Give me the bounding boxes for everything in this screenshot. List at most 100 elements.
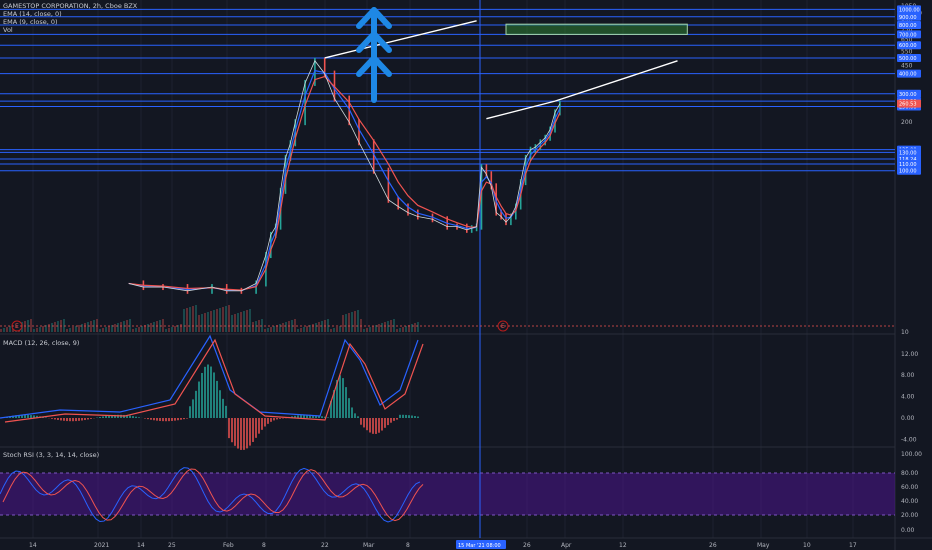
volume-bar-106 — [318, 322, 320, 332]
time-tick-label-11: Apr — [561, 542, 572, 549]
level-label-7: 300.00 — [899, 92, 917, 98]
volume-bar-132 — [396, 329, 398, 332]
volume-bar-3 — [9, 326, 11, 332]
volume-bar-67 — [201, 314, 203, 332]
macd-hist-bar-34 — [102, 416, 104, 418]
macd-hist-bar-56 — [168, 418, 170, 422]
macd-hist-bar-86 — [258, 418, 260, 434]
stoch-tick-label-4: 20.00 — [901, 512, 918, 519]
macd-hist-bar-57 — [171, 418, 173, 421]
macd-hist-bar-88 — [264, 418, 266, 427]
macd-hist-bar-126 — [378, 418, 380, 433]
macd-hist-bar-68 — [204, 366, 206, 418]
volume-bar-45 — [135, 328, 137, 332]
indicator-volume[interactable]: Vol — [3, 26, 137, 34]
volume-bar-38 — [114, 324, 116, 332]
volume-bar-69 — [207, 312, 209, 332]
macd-hist-bar-18 — [54, 418, 56, 420]
stoch-tick-label-0: 100.00 — [901, 451, 922, 458]
macd-hist-bar-76 — [228, 418, 230, 439]
level-label-4: 600.00 — [899, 43, 917, 49]
macd-hist-bar-21 — [63, 418, 65, 421]
macd-hist-bar-73 — [219, 390, 221, 418]
macd-hist-bar-119 — [357, 416, 359, 418]
macd-tick-label-1: 8.00 — [901, 372, 915, 379]
volume-bar-24 — [72, 327, 74, 332]
macd-title[interactable]: MACD (12, 26, close, 9) — [3, 339, 79, 347]
time-tick-label-16: 17 — [849, 542, 857, 549]
earnings-marker-label-1: E — [501, 323, 505, 330]
macd-hist-bar-74 — [222, 398, 224, 418]
volume-bar-14 — [42, 326, 44, 332]
volume-bar-86 — [258, 320, 260, 332]
macd-tick-label-0: 12.00 — [901, 351, 918, 358]
macd-hist-bar-23 — [69, 418, 71, 422]
indicator-ema-14[interactable]: EMA (14, close, 0) — [3, 10, 137, 18]
stoch-rsi-title[interactable]: Stoch RSI (3, 3, 14, 14, close) — [3, 451, 99, 459]
volume-bar-87 — [261, 319, 263, 332]
macd-hist-bar-121 — [363, 418, 365, 428]
volume-bar-128 — [384, 322, 386, 332]
macd-hist-bar-123 — [369, 418, 371, 433]
volume-bar-111 — [333, 328, 335, 332]
volume-bar-102 — [306, 326, 308, 332]
trend-line-1 — [486, 100, 556, 120]
macd-hist-bar-127 — [381, 418, 383, 431]
macd-hist-bar-90 — [270, 418, 272, 422]
macd-hist-bar-139 — [417, 416, 419, 418]
time-tick-label-7: Mar — [363, 542, 375, 549]
macd-hist-bar-69 — [207, 364, 209, 418]
macd-hist-bar-66 — [198, 381, 200, 418]
macd-hist-bar-20 — [60, 418, 62, 421]
volume-bar-71 — [213, 310, 215, 332]
volume-bar-30 — [90, 321, 92, 332]
macd-hist-bar-109 — [327, 417, 329, 418]
volume-bar-118 — [354, 311, 356, 332]
volume-bar-95 — [285, 322, 287, 332]
volume-bar-124 — [372, 326, 374, 332]
volume-bar-121 — [363, 329, 365, 332]
macd-hist-bar-137 — [411, 415, 413, 418]
chart-canvas[interactable]: EE10100200450550650750850950.0010501000.… — [0, 0, 932, 550]
volume-bar-90 — [270, 327, 272, 332]
macd-hist-bar-24 — [72, 418, 74, 422]
volume-bar-52 — [156, 321, 158, 332]
volume-bar-17 — [51, 323, 53, 332]
time-tick-label-5: 8 — [262, 542, 266, 549]
level-label-0: 1000.00 — [899, 7, 920, 13]
macd-hist-bar-114 — [342, 378, 344, 418]
indicator-ema-9[interactable]: EMA (9, close, 0) — [3, 18, 137, 26]
volume-bar-134 — [402, 327, 404, 332]
volume-bar-54 — [162, 319, 164, 332]
chart-title[interactable]: GAMESTOP CORPORATION, 2h, Cboe BZX — [3, 2, 137, 10]
level-label-3: 700.00 — [899, 32, 917, 38]
volume-bar-133 — [399, 328, 401, 332]
volume-bar-120 — [360, 319, 362, 332]
volume-bar-105 — [315, 323, 317, 332]
volume-bar-123 — [369, 327, 371, 332]
macd-hist-bar-60 — [180, 418, 182, 420]
volume-bar-100 — [300, 328, 302, 332]
macd-hist-bar-63 — [189, 406, 191, 418]
volume-bar-8 — [24, 321, 26, 332]
macd-hist-bar-80 — [240, 418, 242, 450]
macd-hist-bar-135 — [405, 414, 407, 418]
volume-bar-126 — [378, 324, 380, 332]
volume-bar-22 — [66, 329, 68, 332]
volume-bar-34 — [102, 328, 104, 332]
time-tick-label-12: 12 — [619, 542, 627, 549]
volume-bar-11 — [33, 329, 35, 332]
volume-bar-66 — [198, 315, 200, 332]
stoch-tick-label-5: 0.00 — [901, 527, 915, 534]
macd-hist-bar-50 — [150, 418, 152, 420]
volume-bar-63 — [189, 307, 191, 332]
volume-bar-74 — [222, 307, 224, 332]
ema-14-line — [128, 75, 561, 291]
macd-hist-bar-93 — [279, 418, 281, 419]
macd-hist-bar-53 — [159, 418, 161, 421]
volume-bar-135 — [405, 326, 407, 332]
target-box — [505, 23, 688, 35]
volume-bar-84 — [252, 322, 254, 332]
volume-bar-75 — [225, 306, 227, 332]
volume-bar-115 — [345, 314, 347, 332]
